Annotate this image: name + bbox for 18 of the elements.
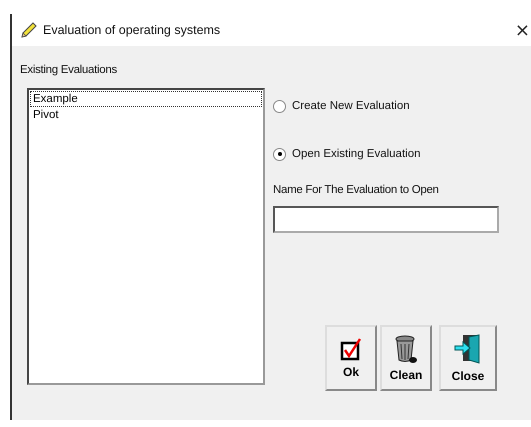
radio-button[interactable] xyxy=(273,100,286,112)
trash-can-icon xyxy=(394,334,418,364)
field-label: Name For The Evaluation to Open xyxy=(273,184,440,196)
close-button[interactable]: × xyxy=(514,20,530,40)
evaluation-name-field[interactable] xyxy=(273,206,499,233)
radio-option[interactable]: Open Existing Evaluation xyxy=(273,146,499,162)
radio-button[interactable] xyxy=(273,148,286,160)
evaluations-listbox[interactable]: Example Pivot xyxy=(27,88,265,385)
clean-button[interactable]: Clean xyxy=(380,325,432,391)
close-button[interactable]: Close xyxy=(439,325,497,391)
list-item[interactable]: Pivot xyxy=(30,107,262,123)
list-item[interactable]: Example xyxy=(30,91,262,107)
window-title: Evaluation of operating systems xyxy=(43,23,220,37)
ok-button[interactable]: Ok xyxy=(325,325,377,391)
pencil-icon xyxy=(20,21,38,39)
checkbox-tick-icon xyxy=(340,337,362,361)
list-label: Existing Evaluations xyxy=(20,64,118,76)
radio-option[interactable]: Create New Evaluation xyxy=(273,98,499,114)
